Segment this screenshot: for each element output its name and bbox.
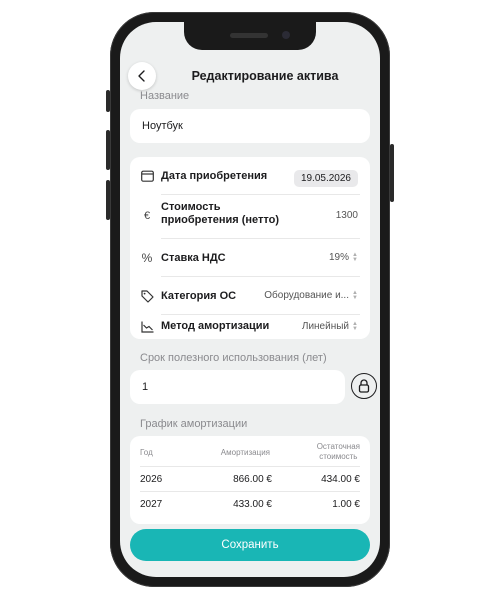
divider (140, 466, 360, 467)
category-label: Категория ОС (161, 290, 237, 302)
speaker (230, 33, 268, 38)
save-button[interactable]: Сохранить (130, 529, 370, 561)
updown-chevron-icon: ▲ ▼ (352, 320, 358, 332)
column-header-residual-line1: Остаточная (316, 442, 360, 451)
phone-frame: Редактирование актива Название Ноутбук Д… (106, 12, 394, 587)
table-cell-year: 2027 (140, 499, 163, 510)
category-row[interactable]: Категория ОС Оборудование и... ▲ ▼ (130, 277, 370, 315)
purchase-date-label: Дата приобретения (161, 170, 268, 182)
table-cell-depreciation: 433.00 € (233, 499, 272, 510)
lock-icon (358, 379, 370, 393)
column-header-depreciation: Амортизация (220, 448, 270, 457)
volume-up-button (106, 130, 110, 170)
purchase-date-row[interactable]: Дата приобретения 19.05.2026 (130, 157, 370, 195)
chart-icon (140, 320, 154, 334)
name-input[interactable]: Ноутбук (130, 109, 370, 143)
category-value[interactable]: Оборудование и... (264, 290, 349, 301)
column-header-year: Год (140, 448, 153, 457)
useful-life-label: Срок полезного использования (лет) (140, 352, 327, 364)
divider (140, 491, 360, 492)
useful-life-input[interactable]: 1 (130, 370, 345, 404)
back-button[interactable] (128, 62, 156, 90)
updown-chevron-icon: ▲ ▼ (352, 289, 358, 301)
euro-icon: € (143, 210, 151, 222)
depreciation-table: Год Амортизация Остаточная стоимость 202… (130, 436, 370, 524)
app-screen: Редактирование актива Название Ноутбук Д… (120, 22, 380, 577)
method-label: Метод амортизации (161, 320, 270, 332)
cost-label-line1: Стоимость (161, 201, 221, 213)
cost-value[interactable]: 1300 (336, 210, 358, 221)
power-button (390, 144, 394, 202)
notch (184, 22, 316, 50)
method-value[interactable]: Линейный (302, 321, 349, 332)
chevron-left-icon (138, 70, 145, 82)
lock-button[interactable] (351, 373, 377, 399)
cost-label: Стоимость приобретения (нетто) (161, 201, 279, 227)
percent-icon: % (141, 251, 153, 265)
mute-switch (106, 90, 110, 112)
volume-down-button (106, 180, 110, 220)
column-header-residual-line2: стоимость (319, 452, 358, 461)
table-cell-residual: 1.00 € (332, 499, 360, 510)
front-camera (282, 31, 290, 39)
purchase-date-value[interactable]: 19.05.2026 (293, 170, 358, 187)
page-title: Редактирование актива (191, 69, 339, 83)
cost-row[interactable]: € Стоимость приобретения (нетто) 1300 (130, 195, 370, 239)
vat-label: Ставка НДС (161, 252, 226, 264)
calendar-icon (140, 169, 154, 183)
method-row[interactable]: Метод амортизации Линейный ▲ ▼ (130, 315, 370, 339)
schedule-label: График амортизации (140, 418, 248, 430)
table-cell-year: 2026 (140, 474, 163, 485)
table-cell-depreciation: 866.00 € (233, 474, 272, 485)
vat-value[interactable]: 19% (329, 252, 349, 263)
column-header-residual: Остаточная стоимость (317, 442, 360, 462)
table-cell-residual: 434.00 € (321, 474, 360, 485)
cost-label-line2: приобретения (нетто) (161, 214, 280, 226)
name-label: Название (140, 90, 190, 102)
asset-details-card: Дата приобретения 19.05.2026 € Стоимость… (130, 157, 370, 339)
updown-chevron-icon: ▲ ▼ (352, 251, 358, 263)
vat-row[interactable]: % Ставка НДС 19% ▲ ▼ (130, 239, 370, 277)
tag-icon (140, 289, 154, 303)
